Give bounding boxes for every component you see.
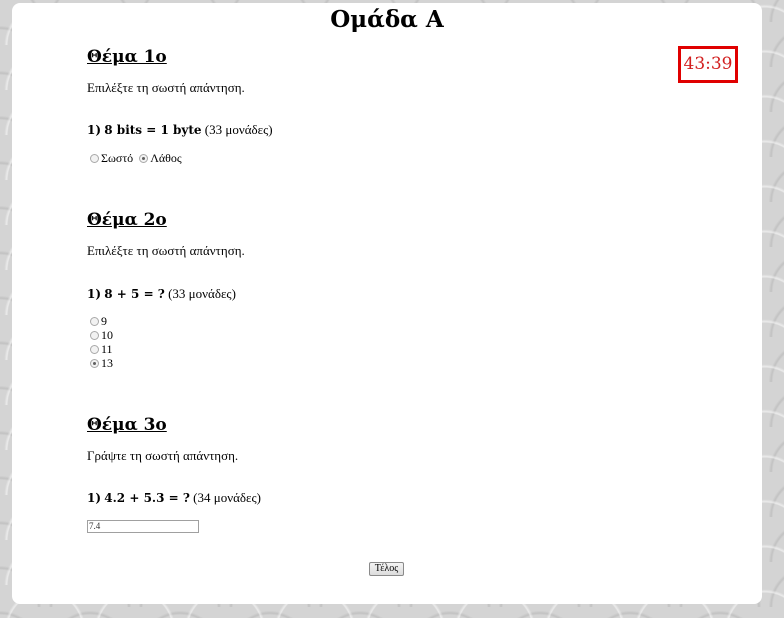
- section-1-options: Σωστό Λάθος: [90, 151, 188, 165]
- radio-lathos[interactable]: [139, 153, 149, 163]
- countdown-timer: 43:39: [678, 46, 738, 83]
- section-1-question: 1) 8 bits = 1 byte (33 μονάδες): [87, 122, 273, 138]
- radio-label-sosto: Σωστό: [101, 151, 134, 165]
- section-2-instruction: Επιλέξτε τη σωστή απάντηση.: [87, 243, 245, 258]
- radio-sosto[interactable]: [90, 153, 99, 163]
- radio-option-10[interactable]: [90, 330, 99, 340]
- radio-label-lathos: Λάθος: [150, 151, 182, 165]
- radio-label-9: 9: [101, 314, 107, 328]
- radio-option-9[interactable]: [90, 316, 99, 326]
- quiz-card: Ομάδα Α 43:39 Θέμα 1ο Επιλέξτε τη σωστή …: [12, 3, 762, 604]
- page-title: Ομάδα Α: [330, 6, 444, 33]
- question-number: 1): [87, 491, 102, 505]
- question-text: 8 bits = 1 byte: [104, 123, 202, 137]
- radio-label-11: 11: [101, 342, 113, 356]
- section-1-title: Θέμα 1ο: [87, 47, 167, 67]
- section-3-title: Θέμα 3ο: [87, 415, 167, 435]
- question-points: (34 μονάδες): [193, 490, 261, 505]
- question-points: (33 μονάδες): [168, 286, 236, 301]
- radio-option-13[interactable]: [90, 358, 99, 368]
- answer-input[interactable]: [87, 520, 199, 533]
- section-3-instruction: Γράψτε τη σωστή απάντηση.: [87, 448, 239, 463]
- option-11: 11: [90, 342, 119, 356]
- section-3-question: 1) 4.2 + 5.3 = ? (34 μονάδες): [87, 490, 261, 506]
- radio-label-10: 10: [101, 328, 113, 342]
- option-13: 13: [90, 356, 119, 370]
- question-points: (33 μονάδες): [204, 122, 273, 137]
- section-2-question: 1) 8 + 5 = ? (33 μονάδες): [87, 286, 236, 302]
- radio-label-13: 13: [101, 356, 113, 370]
- question-number: 1): [87, 287, 102, 301]
- question-text: 4.2 + 5.3 = ?: [104, 491, 190, 505]
- option-10: 10: [90, 328, 119, 342]
- finish-button[interactable]: Τέλος: [369, 562, 404, 576]
- question-text: 8 + 5 = ?: [104, 287, 165, 301]
- radio-option-11[interactable]: [90, 344, 99, 354]
- section-1-instruction: Επιλέξτε τη σωστή απάντηση.: [87, 80, 245, 95]
- section-2-title: Θέμα 2ο: [87, 210, 167, 230]
- option-9: 9: [90, 314, 113, 328]
- question-number: 1): [87, 123, 102, 137]
